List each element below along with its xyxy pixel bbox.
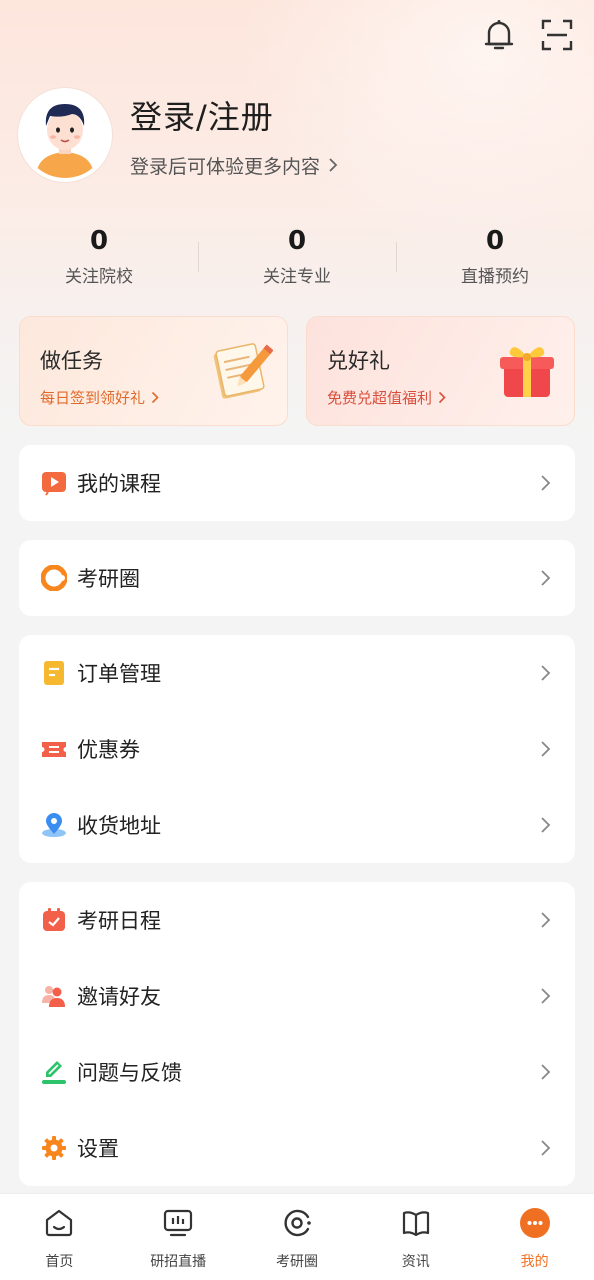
- tab-live[interactable]: 研招直播: [119, 1194, 238, 1280]
- menu-item-feedback[interactable]: 问题与反馈: [19, 1034, 575, 1110]
- menu-item-label: 我的课程: [77, 472, 161, 496]
- edit-icon: [41, 1059, 67, 1085]
- ring-icon: [41, 565, 67, 591]
- login-hint-text: 登录后可体验更多内容: [130, 155, 321, 178]
- chevron-right-icon: [541, 1064, 551, 1080]
- gear-icon: [41, 1135, 67, 1161]
- stat-label: 关注院校: [65, 267, 133, 287]
- bottom-tab-bar: 首页 研招直播 考研圈 资讯 我的: [0, 1193, 594, 1280]
- chevron-right-icon: [541, 741, 551, 757]
- menu-item-schedule[interactable]: 考研日程: [19, 882, 575, 958]
- tab-home[interactable]: 首页: [0, 1194, 119, 1280]
- tab-label: 研招直播: [150, 1254, 207, 1270]
- book-icon: [400, 1207, 432, 1239]
- chevron-right-icon: [541, 570, 551, 586]
- coupon-icon: [41, 736, 67, 762]
- task-card[interactable]: 做任务 每日签到领好礼: [19, 316, 288, 426]
- chevron-right-icon: [541, 988, 551, 1004]
- stat-live-reservations[interactable]: 0 直播预约: [396, 222, 594, 287]
- menu-item-label: 设置: [77, 1137, 119, 1161]
- play-icon: [41, 470, 67, 496]
- menu-item-address[interactable]: 收货地址: [19, 787, 575, 863]
- tv-icon: [162, 1207, 194, 1239]
- bell-icon[interactable]: [482, 16, 516, 54]
- menu-item-label: 收货地址: [77, 814, 161, 838]
- menu-item-my-courses[interactable]: 我的课程: [19, 445, 575, 521]
- stat-label: 关注专业: [263, 267, 331, 287]
- tab-label: 我的: [520, 1254, 549, 1270]
- scan-icon[interactable]: [540, 16, 574, 54]
- chevron-right-icon: [151, 391, 159, 404]
- location-icon: [41, 812, 67, 838]
- gift-card[interactable]: 兑好礼 免费兑超值福利: [306, 316, 575, 426]
- login-register-title[interactable]: 登录/注册: [130, 92, 338, 138]
- stats-row: 0 关注院校 0 关注专业 0 直播预约: [0, 222, 594, 287]
- tab-news[interactable]: 资讯: [356, 1194, 475, 1280]
- promo-subtitle-text: 免费兑超值福利: [327, 389, 433, 407]
- menu-item-invite-friends[interactable]: 邀请好友: [19, 958, 575, 1034]
- menu-item-orders[interactable]: 订单管理: [19, 635, 575, 711]
- chevron-right-icon: [541, 817, 551, 833]
- stat-followed-majors[interactable]: 0 关注专业: [198, 222, 396, 287]
- menu-item-label: 邀请好友: [77, 985, 161, 1009]
- chevron-right-icon: [329, 158, 338, 172]
- chevron-right-icon: [541, 1140, 551, 1156]
- promo-row: 做任务 每日签到领好礼 兑好礼 免费兑超值福利: [19, 316, 575, 426]
- tools-card: 考研日程 邀请好友 问题与反馈 设置: [19, 882, 575, 1186]
- stat-value: 0: [89, 226, 109, 256]
- order-icon: [41, 660, 67, 686]
- people-icon: [41, 983, 67, 1009]
- tab-label: 考研圈: [275, 1254, 318, 1270]
- gift-box-icon: [494, 337, 560, 403]
- tab-circle[interactable]: 考研圈: [238, 1194, 357, 1280]
- me-icon: [519, 1207, 551, 1239]
- circle-card: 考研圈: [19, 540, 575, 616]
- profile-section[interactable]: 登录/注册 登录后可体验更多内容: [18, 88, 338, 182]
- chevron-right-icon: [541, 912, 551, 928]
- stat-value: 0: [287, 226, 307, 256]
- menu-item-label: 订单管理: [77, 662, 161, 686]
- menu-item-label: 优惠券: [77, 738, 140, 762]
- menu-item-label: 考研日程: [77, 909, 161, 933]
- menu-item-settings[interactable]: 设置: [19, 1110, 575, 1186]
- menu-item-label: 考研圈: [77, 567, 140, 591]
- circle-icon: [281, 1207, 313, 1239]
- calendar-icon: [41, 907, 67, 933]
- tab-label: 首页: [45, 1254, 74, 1270]
- stat-label: 直播预约: [461, 267, 529, 287]
- top-actions: [482, 16, 574, 54]
- chevron-right-icon: [541, 475, 551, 491]
- home-icon: [43, 1207, 75, 1239]
- menu-item-coupons[interactable]: 优惠券: [19, 711, 575, 787]
- courses-card: 我的课程: [19, 445, 575, 521]
- chevron-right-icon: [438, 391, 446, 404]
- tab-label: 资讯: [401, 1254, 430, 1270]
- tab-me[interactable]: 我的: [475, 1194, 594, 1280]
- login-hint[interactable]: 登录后可体验更多内容: [130, 152, 338, 179]
- menu-item-kaoyan-circle[interactable]: 考研圈: [19, 540, 575, 616]
- chevron-right-icon: [541, 665, 551, 681]
- stat-value: 0: [485, 226, 505, 256]
- menu-item-label: 问题与反馈: [77, 1061, 182, 1085]
- avatar[interactable]: [18, 88, 112, 182]
- stat-followed-schools[interactable]: 0 关注院校: [0, 222, 198, 287]
- promo-subtitle-text: 每日签到领好礼: [40, 389, 146, 407]
- notebook-pencil-icon: [207, 337, 274, 403]
- orders-card: 订单管理 优惠券 收货地址: [19, 635, 575, 863]
